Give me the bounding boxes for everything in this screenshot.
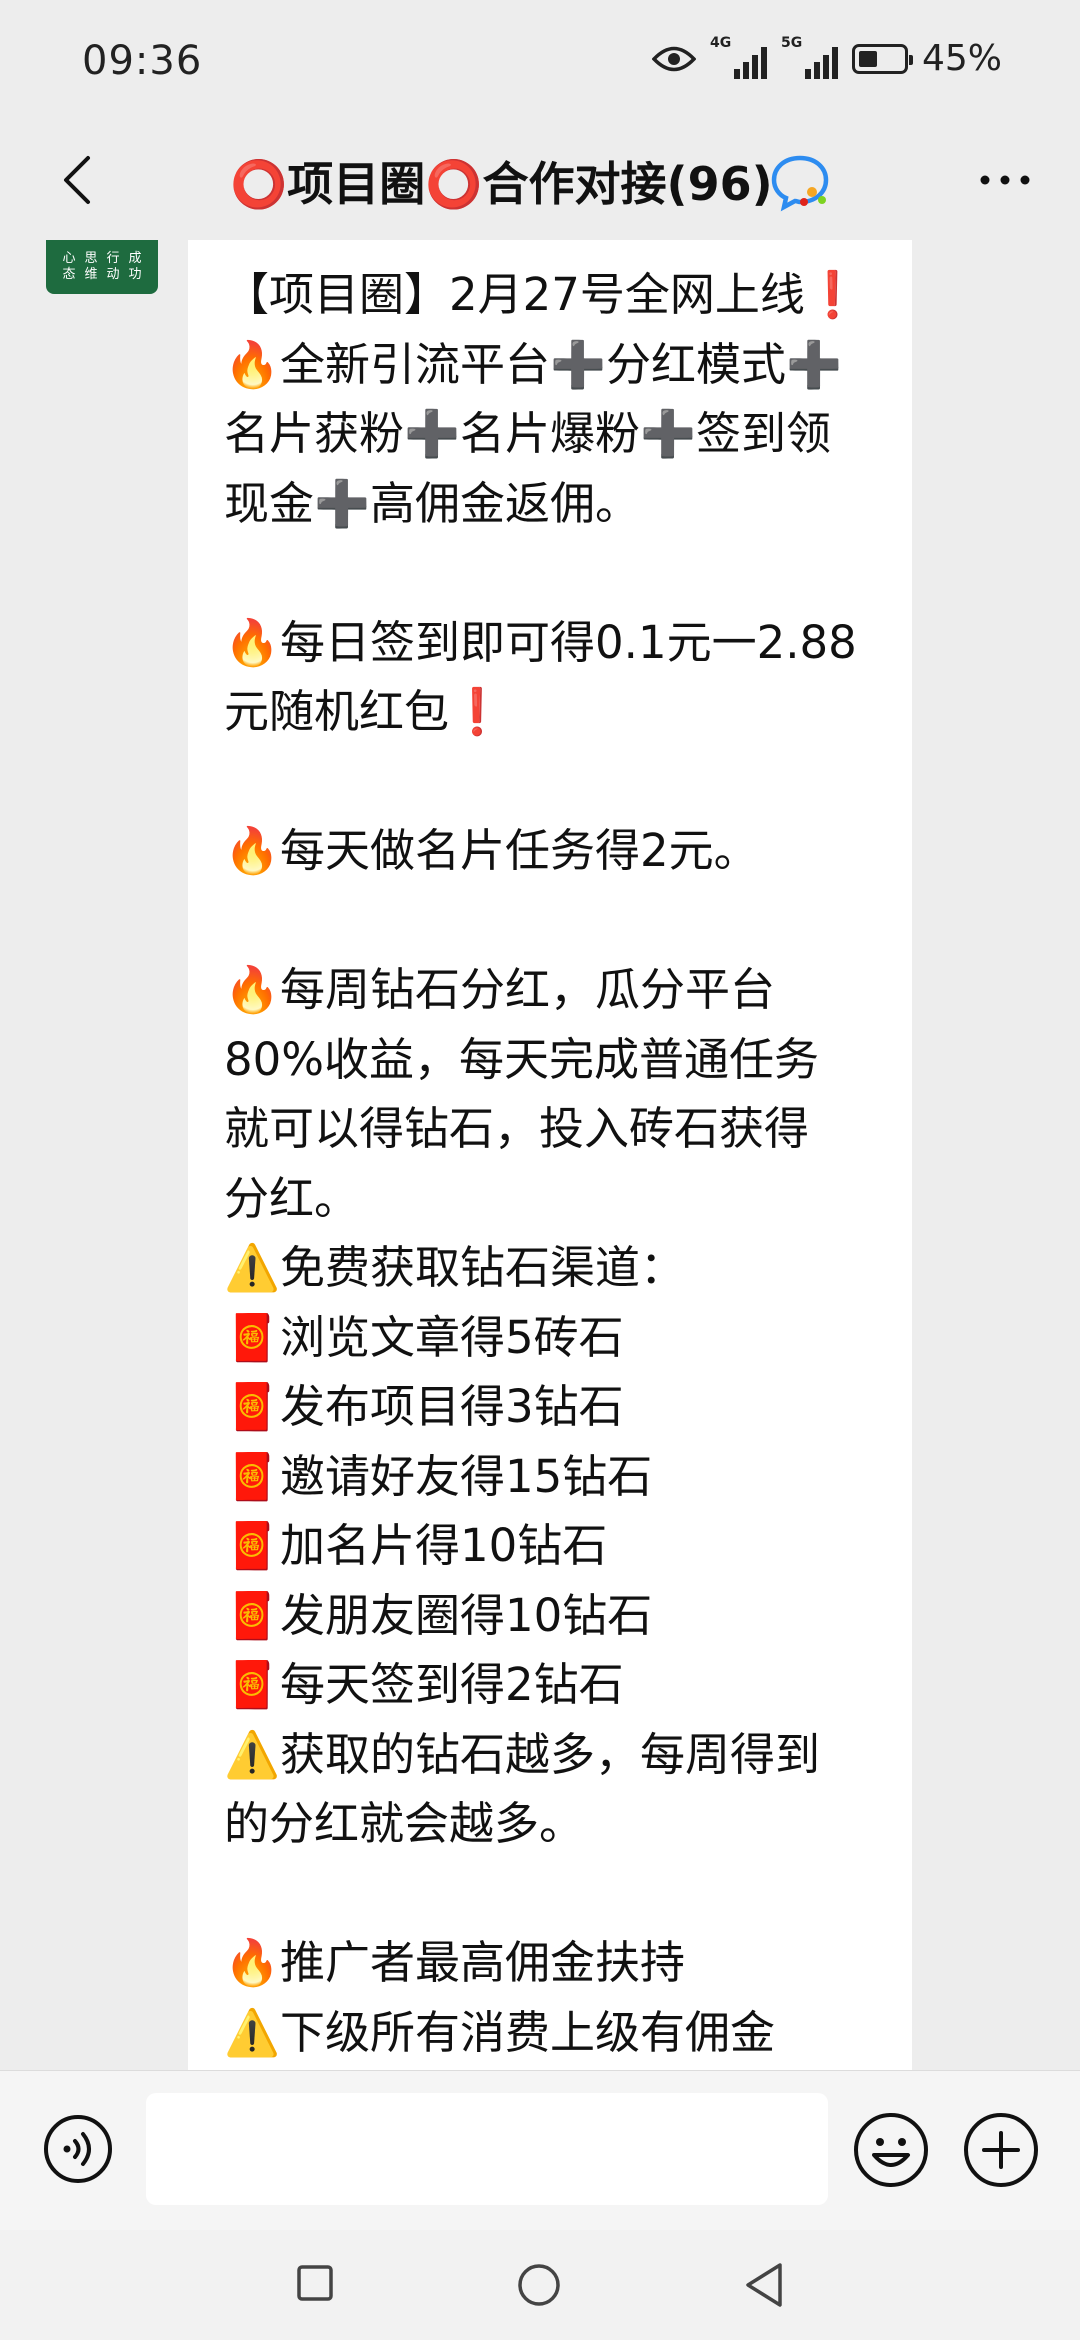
message-line: 现金➕高佣金返佣。 [224, 476, 641, 530]
signal-5g-icon: 5G [781, 35, 838, 79]
eye-icon [651, 46, 696, 71]
message-line: 分红。 [224, 1171, 360, 1225]
message-line: 🔥全新引流平台➕分红模式➕ [224, 337, 843, 391]
back-arrow-icon[interactable] [50, 150, 110, 210]
more-icon[interactable] [970, 150, 1040, 210]
chat-bubble-icon [771, 155, 829, 212]
message-line: 【项目圈】2月27号全网上线❗ [224, 268, 861, 321]
message-line: 🔥推广者最高佣金扶持 [224, 1936, 686, 1989]
status-icons: 4G 5G 45% [651, 35, 1002, 79]
message-line: 🧧每天签到得2钻石 [224, 1658, 624, 1711]
message-line: 的分红就会越多。 [224, 1797, 585, 1850]
avatar-char: 思 [84, 251, 98, 266]
recents-square-icon[interactable] [296, 2264, 334, 2302]
message-line: 🧧发布项目得3钻石 [224, 1380, 624, 1433]
message-line: 🧧加名片得10钻石 [224, 1519, 608, 1572]
message-line: 元随机红包❗ [224, 685, 506, 738]
message-line: 80%收益，每天完成普通任务 [224, 1032, 820, 1086]
system-nav-bar [0, 2230, 1080, 2340]
status-time: 09:36 [82, 38, 203, 84]
battery-percent: 45% [921, 38, 1002, 79]
message-line: ⚠️下级所有消费上级有佣金 [224, 2005, 776, 2059]
plus-icon[interactable] [962, 2111, 1040, 2189]
avatar-char: 功 [128, 267, 142, 282]
avatar-char: 行 [106, 251, 120, 266]
avatar-char: 态 [62, 267, 76, 282]
message-line: 🧧邀请好友得15钻石 [224, 1449, 653, 1503]
network-label-5g: 5G [780, 34, 803, 51]
message-input[interactable] [146, 2093, 828, 2205]
back-triangle-icon[interactable] [742, 2260, 786, 2310]
network-label-4g: 4G [709, 34, 732, 51]
input-bar [0, 2070, 1080, 2231]
battery-icon [851, 43, 913, 74]
message-bubble[interactable]: 【项目圈】2月27号全网上线❗ 🔥全新引流平台➕分红模式➕ 名片获粉➕名片爆粉➕签到… [188, 240, 912, 2070]
chat-header: ⭕项目圈⭕合作对接(96) [0, 130, 1080, 230]
message-line: 🔥每周钻石分红，瓜分平台 [224, 963, 776, 1016]
voice-icon[interactable] [42, 2113, 114, 2185]
message-line: 🔥每天做名片任务得2元。 [224, 824, 759, 877]
message-line: 🔥每日签到即可得0.1元一2.88 [224, 615, 857, 669]
emoji-icon[interactable] [852, 2111, 930, 2189]
message-line: ⚠️获取的钻石越多，每周得到 [224, 1727, 821, 1781]
message-line: 就可以得钻石，投入砖石获得 [224, 1102, 810, 1155]
avatar-char: 心 [62, 251, 76, 266]
status-bar: 09:36 4G 5G 45% [0, 0, 1080, 130]
chat-area[interactable]: 心思行成态维动功 【项目圈】2月27号全网上线❗ 🔥全新引流平台➕分红模式➕ 名片获… [0, 240, 1080, 2070]
signal-4g-icon: 4G [710, 35, 767, 79]
message-line: 🧧浏览文章得5砖石 [224, 1310, 624, 1364]
home-circle-icon[interactable] [516, 2262, 562, 2308]
message-line: 🧧发朋友圈得10钻石 [224, 1588, 653, 1642]
message-line: ⚠️免费获取钻石渠道： [224, 1241, 686, 1294]
avatar-char: 维 [84, 267, 98, 282]
chat-title: ⭕项目圈⭕合作对接(96) [230, 157, 773, 211]
avatar[interactable]: 心思行成态维动功 [46, 240, 158, 294]
avatar-char: 成 [128, 251, 142, 266]
message-line: 名片获粉➕名片爆粉➕签到领 [224, 407, 832, 460]
avatar-char: 动 [106, 267, 120, 282]
